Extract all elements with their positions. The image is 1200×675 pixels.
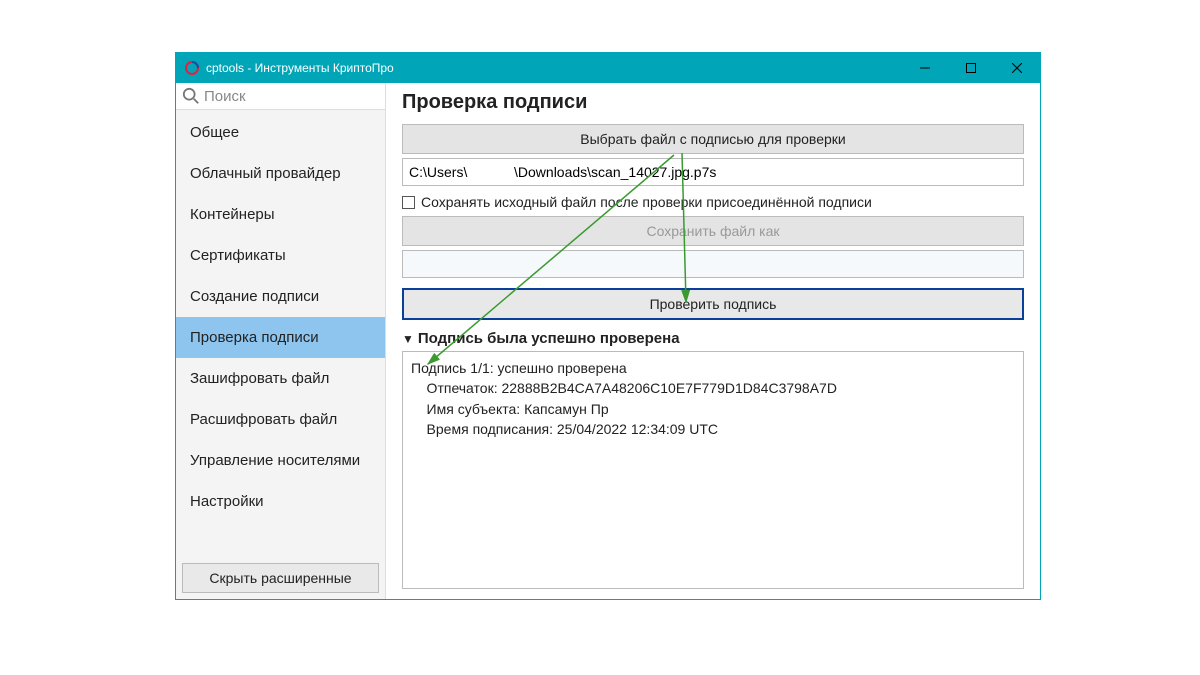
hide-extended-button[interactable]: Скрыть расширенные bbox=[182, 563, 379, 593]
search-icon bbox=[182, 87, 200, 105]
result-output[interactable]: Подпись 1/1: успешно проверена Отпечаток… bbox=[402, 351, 1024, 589]
sidebar-item-media-management[interactable]: Управление носителями bbox=[176, 440, 385, 481]
file-path-input[interactable] bbox=[402, 158, 1024, 186]
maximize-button[interactable] bbox=[948, 53, 994, 83]
window-controls bbox=[902, 53, 1040, 83]
select-file-button[interactable]: Выбрать файл с подписью для проверки bbox=[402, 124, 1024, 154]
search-wrap bbox=[176, 83, 385, 110]
result-header[interactable]: ▼ Подпись была успешно проверена bbox=[402, 330, 1024, 347]
result-title: Подпись была успешно проверена bbox=[418, 330, 680, 347]
app-window: cptools - Инструменты КриптоПро Общее Об… bbox=[175, 52, 1041, 600]
window-body: Общее Облачный провайдер Контейнеры Серт… bbox=[176, 83, 1040, 599]
sidebar-item-containers[interactable]: Контейнеры bbox=[176, 194, 385, 235]
save-as-path-input[interactable] bbox=[402, 250, 1024, 278]
sidebar-item-create-signature[interactable]: Создание подписи bbox=[176, 276, 385, 317]
sidebar-item-encrypt-file[interactable]: Зашифровать файл bbox=[176, 358, 385, 399]
close-button[interactable] bbox=[994, 53, 1040, 83]
search-input[interactable] bbox=[204, 88, 379, 105]
page-title: Проверка подписи bbox=[402, 91, 1024, 114]
sidebar-item-general[interactable]: Общее bbox=[176, 112, 385, 153]
sidebar-item-settings[interactable]: Настройки bbox=[176, 481, 385, 522]
sidebar-item-cloud-provider[interactable]: Облачный провайдер bbox=[176, 153, 385, 194]
window-title: cptools - Инструменты КриптоПро bbox=[206, 61, 902, 75]
nav-list: Общее Облачный провайдер Контейнеры Серт… bbox=[176, 110, 385, 557]
save-source-checkbox-label: Сохранять исходный файл после проверки п… bbox=[421, 194, 872, 210]
sidebar: Общее Облачный провайдер Контейнеры Серт… bbox=[176, 83, 386, 599]
minimize-button[interactable] bbox=[902, 53, 948, 83]
verify-button[interactable]: Проверить подпись bbox=[402, 288, 1024, 320]
app-icon bbox=[184, 60, 200, 76]
sidebar-item-decrypt-file[interactable]: Расшифровать файл bbox=[176, 399, 385, 440]
sidebar-item-certificates[interactable]: Сертификаты bbox=[176, 235, 385, 276]
sidebar-item-verify-signature[interactable]: Проверка подписи bbox=[176, 317, 385, 358]
caret-down-icon: ▼ bbox=[402, 332, 414, 346]
save-source-checkbox-row[interactable]: Сохранять исходный файл после проверки п… bbox=[402, 194, 1024, 210]
checkbox-icon bbox=[402, 196, 415, 209]
save-as-button[interactable]: Сохранить файл как bbox=[402, 216, 1024, 246]
main-panel: Проверка подписи Выбрать файл с подписью… bbox=[386, 83, 1040, 599]
titlebar: cptools - Инструменты КриптоПро bbox=[176, 53, 1040, 83]
